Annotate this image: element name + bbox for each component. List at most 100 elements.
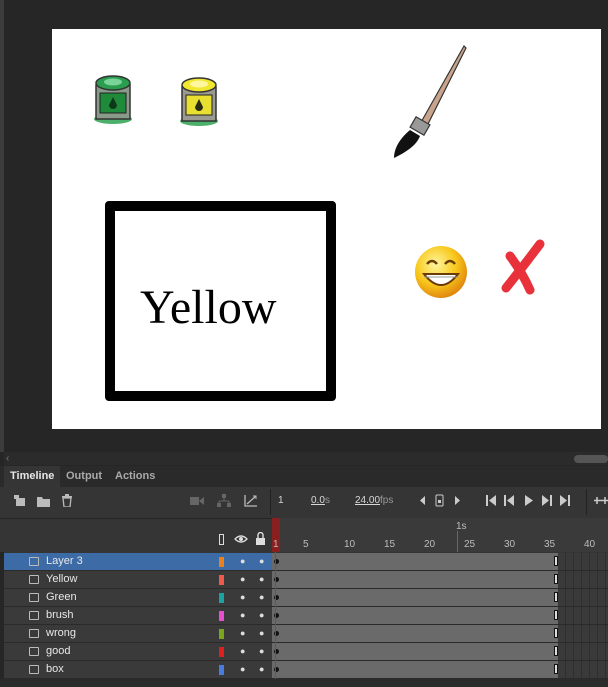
layer-row-box[interactable]: box ● ● (4, 661, 272, 679)
eye-icon[interactable] (234, 534, 248, 544)
smiley-face-icon[interactable] (413, 244, 469, 300)
paint-brush-icon[interactable] (390, 44, 470, 162)
visibility-toggle[interactable]: ● (240, 556, 245, 566)
camera-icon[interactable] (190, 496, 204, 506)
layer-color-swatch[interactable] (219, 629, 224, 639)
last-frame-icon (560, 495, 570, 506)
frame-span[interactable] (272, 607, 608, 625)
frame-span[interactable] (272, 661, 608, 679)
delete-trash-icon[interactable] (61, 494, 73, 507)
frame-span[interactable] (272, 553, 608, 571)
layer-name: Yellow (46, 573, 78, 585)
visibility-toggle[interactable]: ● (240, 664, 245, 674)
layer-row-yellow[interactable]: Yellow ● ● (4, 571, 272, 589)
visibility-toggle[interactable]: ● (240, 574, 245, 584)
layer-color-swatch[interactable] (219, 611, 224, 621)
loop-icon[interactable] (594, 495, 608, 506)
tab-timeline[interactable]: Timeline (4, 466, 61, 487)
fps-value[interactable]: 24.00 (355, 495, 380, 506)
playback-sync-controls (420, 494, 460, 507)
ruler-number: 25 (464, 539, 476, 550)
new-folder-icon[interactable] (37, 495, 50, 507)
fps-unit: fps (380, 495, 394, 506)
tab-output[interactable]: Output (60, 466, 108, 487)
lock-toggle[interactable]: ● (259, 592, 264, 602)
play-icon (525, 495, 533, 506)
lock-toggle[interactable]: ● (259, 628, 264, 638)
step-back-icon (504, 495, 514, 506)
layer-row-green[interactable]: Green ● ● (4, 589, 272, 607)
layer-parenting-icon[interactable] (217, 494, 231, 507)
frame-span[interactable] (272, 625, 608, 643)
empty-frames[interactable] (558, 625, 608, 642)
toolbar-divider (270, 489, 271, 515)
lock-toggle[interactable]: ● (259, 646, 264, 656)
layer-type-icon (29, 611, 39, 620)
lock-toggle[interactable]: ● (259, 664, 264, 674)
layer-type-icon (29, 575, 39, 584)
empty-frames[interactable] (558, 571, 608, 588)
ruler-number: 30 (504, 539, 516, 550)
second-marker-line (457, 531, 458, 552)
color-word-text: Yellow (140, 281, 277, 334)
ruler-number: 1 (273, 539, 279, 550)
frame-span[interactable] (272, 571, 608, 589)
yellow-paint-can[interactable] (176, 73, 222, 129)
frame-span[interactable] (272, 589, 608, 607)
layer-name: Green (46, 591, 77, 603)
ruler-number: 15 (384, 539, 396, 550)
layer-name: wrong (46, 627, 76, 639)
step-forward-sync-icon (455, 496, 460, 505)
layer-type-icon (29, 665, 39, 674)
empty-frames[interactable] (558, 661, 608, 678)
scrollbar-thumb[interactable] (574, 455, 608, 463)
layer-type-icon (29, 557, 39, 566)
scroll-left-arrow-icon[interactable]: ‹ (6, 452, 9, 465)
lock-toggle[interactable]: ● (259, 610, 264, 620)
visibility-toggle[interactable]: ● (240, 646, 245, 656)
layer-type-icon (29, 629, 39, 638)
lock-toggle[interactable]: ● (259, 556, 264, 566)
toolbar-divider (586, 489, 587, 515)
ruler-number: 35 (544, 539, 556, 550)
first-frame-icon (486, 495, 496, 506)
layer-color-swatch[interactable] (219, 575, 224, 585)
easing-graph-icon[interactable] (244, 494, 258, 507)
layer-color-swatch[interactable] (219, 593, 224, 603)
empty-frames[interactable] (558, 607, 608, 624)
frame-span[interactable] (272, 643, 608, 661)
show-outline-icon[interactable] (219, 534, 224, 545)
lock-icon[interactable] (255, 532, 266, 545)
layer-row-layer-3[interactable]: Layer 3 ● ● (4, 553, 272, 571)
layer-color-swatch[interactable] (219, 557, 224, 567)
ruler-number: 10 (344, 539, 356, 550)
empty-frames[interactable] (558, 643, 608, 660)
current-time-value[interactable]: 0.0 (311, 495, 325, 506)
lock-toggle[interactable]: ● (259, 574, 264, 584)
time-unit: s (325, 495, 330, 506)
visibility-toggle[interactable]: ● (240, 628, 245, 638)
step-back-sync-icon (420, 496, 425, 505)
red-x-icon[interactable] (500, 238, 550, 296)
layer-type-icon (29, 647, 39, 656)
layer-row-wrong[interactable]: wrong ● ● (4, 625, 272, 643)
green-paint-can[interactable] (90, 71, 136, 127)
current-frame-value[interactable]: 1 (278, 495, 284, 506)
layer-row-good[interactable]: good ● ● (4, 643, 272, 661)
new-layer-icon[interactable] (14, 495, 26, 507)
frame-ruler[interactable] (272, 518, 608, 552)
timeline-bottom-scrollbar[interactable] (0, 679, 608, 687)
visibility-toggle[interactable]: ● (240, 610, 245, 620)
ruler-number: 40 (584, 539, 596, 550)
playhead-line (275, 552, 276, 687)
visibility-toggle[interactable]: ● (240, 592, 245, 602)
ruler-number: 20 (424, 539, 436, 550)
empty-frames[interactable] (558, 589, 608, 606)
tools-panel-edge (0, 0, 4, 452)
tab-actions[interactable]: Actions (109, 466, 161, 487)
layer-row-brush[interactable]: brush ● ● (4, 607, 272, 625)
empty-frames[interactable] (558, 553, 608, 570)
stage-horizontal-scrollbar[interactable] (4, 452, 608, 465)
layer-color-swatch[interactable] (219, 665, 224, 675)
layer-color-swatch[interactable] (219, 647, 224, 657)
